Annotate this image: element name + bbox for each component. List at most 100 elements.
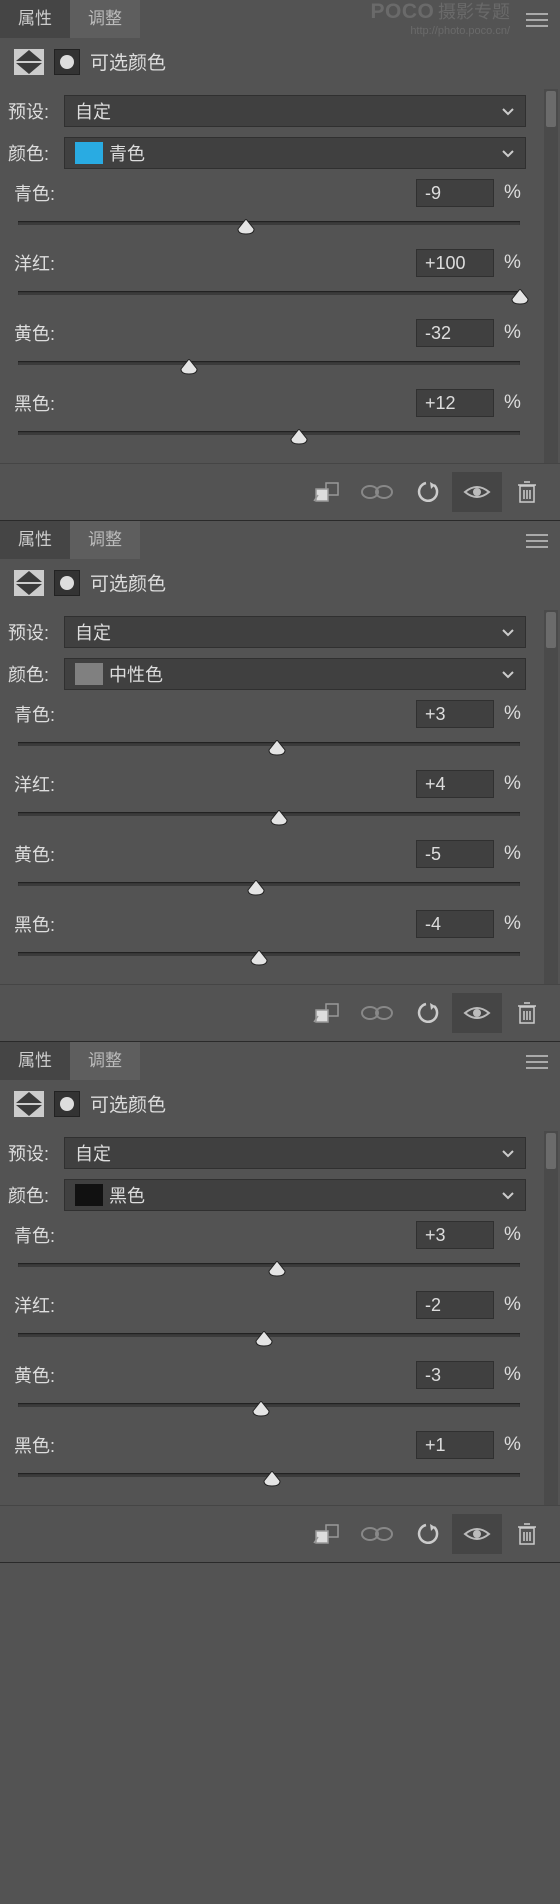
slider-value-input[interactable]: +1 — [416, 1431, 494, 1459]
color-select[interactable]: 青色 — [64, 137, 526, 169]
slider-label: 青色: — [14, 180, 55, 206]
view-previous-button[interactable] — [352, 993, 402, 1033]
selective-color-panel: 属性 调整 可选颜色 预设: 自定 颜色: 中性色 — [0, 521, 560, 1042]
percent-label: % — [504, 392, 524, 414]
slider-thumb[interactable] — [247, 880, 265, 896]
clip-to-layer-button[interactable] — [302, 472, 352, 512]
slider-track[interactable] — [18, 359, 520, 383]
slider-value-input[interactable]: +12 — [416, 389, 494, 417]
percent-label: % — [504, 1434, 524, 1456]
delete-button[interactable] — [502, 1514, 552, 1554]
slider-thumb[interactable] — [180, 359, 198, 375]
adjustment-layer-icon — [14, 49, 44, 75]
slider-label: 黄色: — [14, 1362, 55, 1388]
slider-thumb[interactable] — [268, 1261, 286, 1277]
slider-track[interactable] — [18, 289, 520, 313]
tab-properties[interactable]: 属性 — [0, 1042, 70, 1080]
preset-select[interactable]: 自定 — [64, 616, 526, 648]
clip-to-layer-button[interactable] — [302, 993, 352, 1033]
slider-thumb[interactable] — [250, 950, 268, 966]
slider-thumb[interactable] — [270, 810, 288, 826]
slider-value-input[interactable]: +4 — [416, 770, 494, 798]
slider-track[interactable] — [18, 810, 520, 834]
slider-cyan: 青色: +3 % — [8, 1221, 526, 1285]
slider-thumb[interactable] — [255, 1331, 273, 1347]
slider-value-input[interactable]: -32 — [416, 319, 494, 347]
slider-track[interactable] — [18, 740, 520, 764]
slider-value-input[interactable]: -5 — [416, 840, 494, 868]
slider-magenta: 洋红: +100 % — [8, 249, 526, 313]
chevron-down-icon — [501, 101, 515, 122]
color-swatch — [75, 142, 103, 164]
slider-thumb[interactable] — [511, 289, 529, 305]
slider-label: 洋红: — [14, 771, 55, 797]
percent-label: % — [504, 182, 524, 204]
slider-track[interactable] — [18, 880, 520, 904]
slider-thumb[interactable] — [268, 740, 286, 756]
preset-select[interactable]: 自定 — [64, 1137, 526, 1169]
slider-cyan: 青色: -9 % — [8, 179, 526, 243]
slider-track[interactable] — [18, 950, 520, 974]
selective-color-icon — [54, 570, 80, 596]
slider-value-input[interactable]: +100 — [416, 249, 494, 277]
preset-select[interactable]: 自定 — [64, 95, 526, 127]
panel-menu-icon[interactable] — [526, 1054, 548, 1075]
slider-thumb[interactable] — [252, 1401, 270, 1417]
slider-thumb[interactable] — [237, 219, 255, 235]
preset-label: 预设: — [8, 1140, 56, 1166]
slider-label: 青色: — [14, 1222, 55, 1248]
scrollbar[interactable] — [544, 1131, 558, 1505]
view-previous-button[interactable] — [352, 472, 402, 512]
scrollbar[interactable] — [544, 610, 558, 984]
panel-menu-icon[interactable] — [526, 533, 548, 554]
slider-value-input[interactable]: -2 — [416, 1291, 494, 1319]
tab-properties[interactable]: 属性 — [0, 0, 70, 38]
toggle-visibility-button[interactable] — [452, 1514, 502, 1554]
slider-thumb[interactable] — [263, 1471, 281, 1487]
scrollbar[interactable] — [544, 89, 558, 463]
delete-button[interactable] — [502, 993, 552, 1033]
reset-button[interactable] — [402, 472, 452, 512]
tab-properties[interactable]: 属性 — [0, 521, 70, 559]
color-select[interactable]: 黑色 — [64, 1179, 526, 1211]
tab-bar: 属性 调整 — [0, 521, 560, 559]
color-select[interactable]: 中性色 — [64, 658, 526, 690]
slider-track[interactable] — [18, 1261, 520, 1285]
slider-black: 黑色: -4 % — [8, 910, 526, 974]
reset-button[interactable] — [402, 993, 452, 1033]
tab-adjustments[interactable]: 调整 — [70, 521, 140, 559]
panel-header: 可选颜色 — [0, 38, 560, 89]
delete-button[interactable] — [502, 472, 552, 512]
percent-label: % — [504, 843, 524, 865]
slider-track[interactable] — [18, 1331, 520, 1355]
slider-value-input[interactable]: -3 — [416, 1361, 494, 1389]
slider-track[interactable] — [18, 429, 520, 453]
chevron-down-icon — [501, 143, 515, 164]
panel-menu-icon[interactable] — [526, 12, 548, 33]
percent-label: % — [504, 703, 524, 725]
tab-adjustments[interactable]: 调整 — [70, 0, 140, 38]
slider-track[interactable] — [18, 1401, 520, 1425]
slider-value-input[interactable]: -9 — [416, 179, 494, 207]
tab-adjustments[interactable]: 调整 — [70, 1042, 140, 1080]
preset-label: 预设: — [8, 619, 56, 645]
slider-track[interactable] — [18, 1471, 520, 1495]
view-previous-button[interactable] — [352, 1514, 402, 1554]
tab-bar: 属性 调整 POCO 摄影专题http://photo.poco.cn/ — [0, 0, 560, 38]
panel-header: 可选颜色 — [0, 1080, 560, 1131]
reset-button[interactable] — [402, 1514, 452, 1554]
slider-value-input[interactable]: -4 — [416, 910, 494, 938]
selective-color-panel: 属性 调整 可选颜色 预设: 自定 颜色: 黑色 — [0, 1042, 560, 1563]
slider-label: 洋红: — [14, 250, 55, 276]
panel-title: 可选颜色 — [90, 1090, 166, 1117]
percent-label: % — [504, 1224, 524, 1246]
slider-track[interactable] — [18, 219, 520, 243]
slider-value-input[interactable]: +3 — [416, 1221, 494, 1249]
toggle-visibility-button[interactable] — [452, 472, 502, 512]
slider-yellow: 黄色: -5 % — [8, 840, 526, 904]
slider-thumb[interactable] — [290, 429, 308, 445]
clip-to-layer-button[interactable] — [302, 1514, 352, 1554]
slider-value-input[interactable]: +3 — [416, 700, 494, 728]
toggle-visibility-button[interactable] — [452, 993, 502, 1033]
slider-label: 黑色: — [14, 911, 55, 937]
